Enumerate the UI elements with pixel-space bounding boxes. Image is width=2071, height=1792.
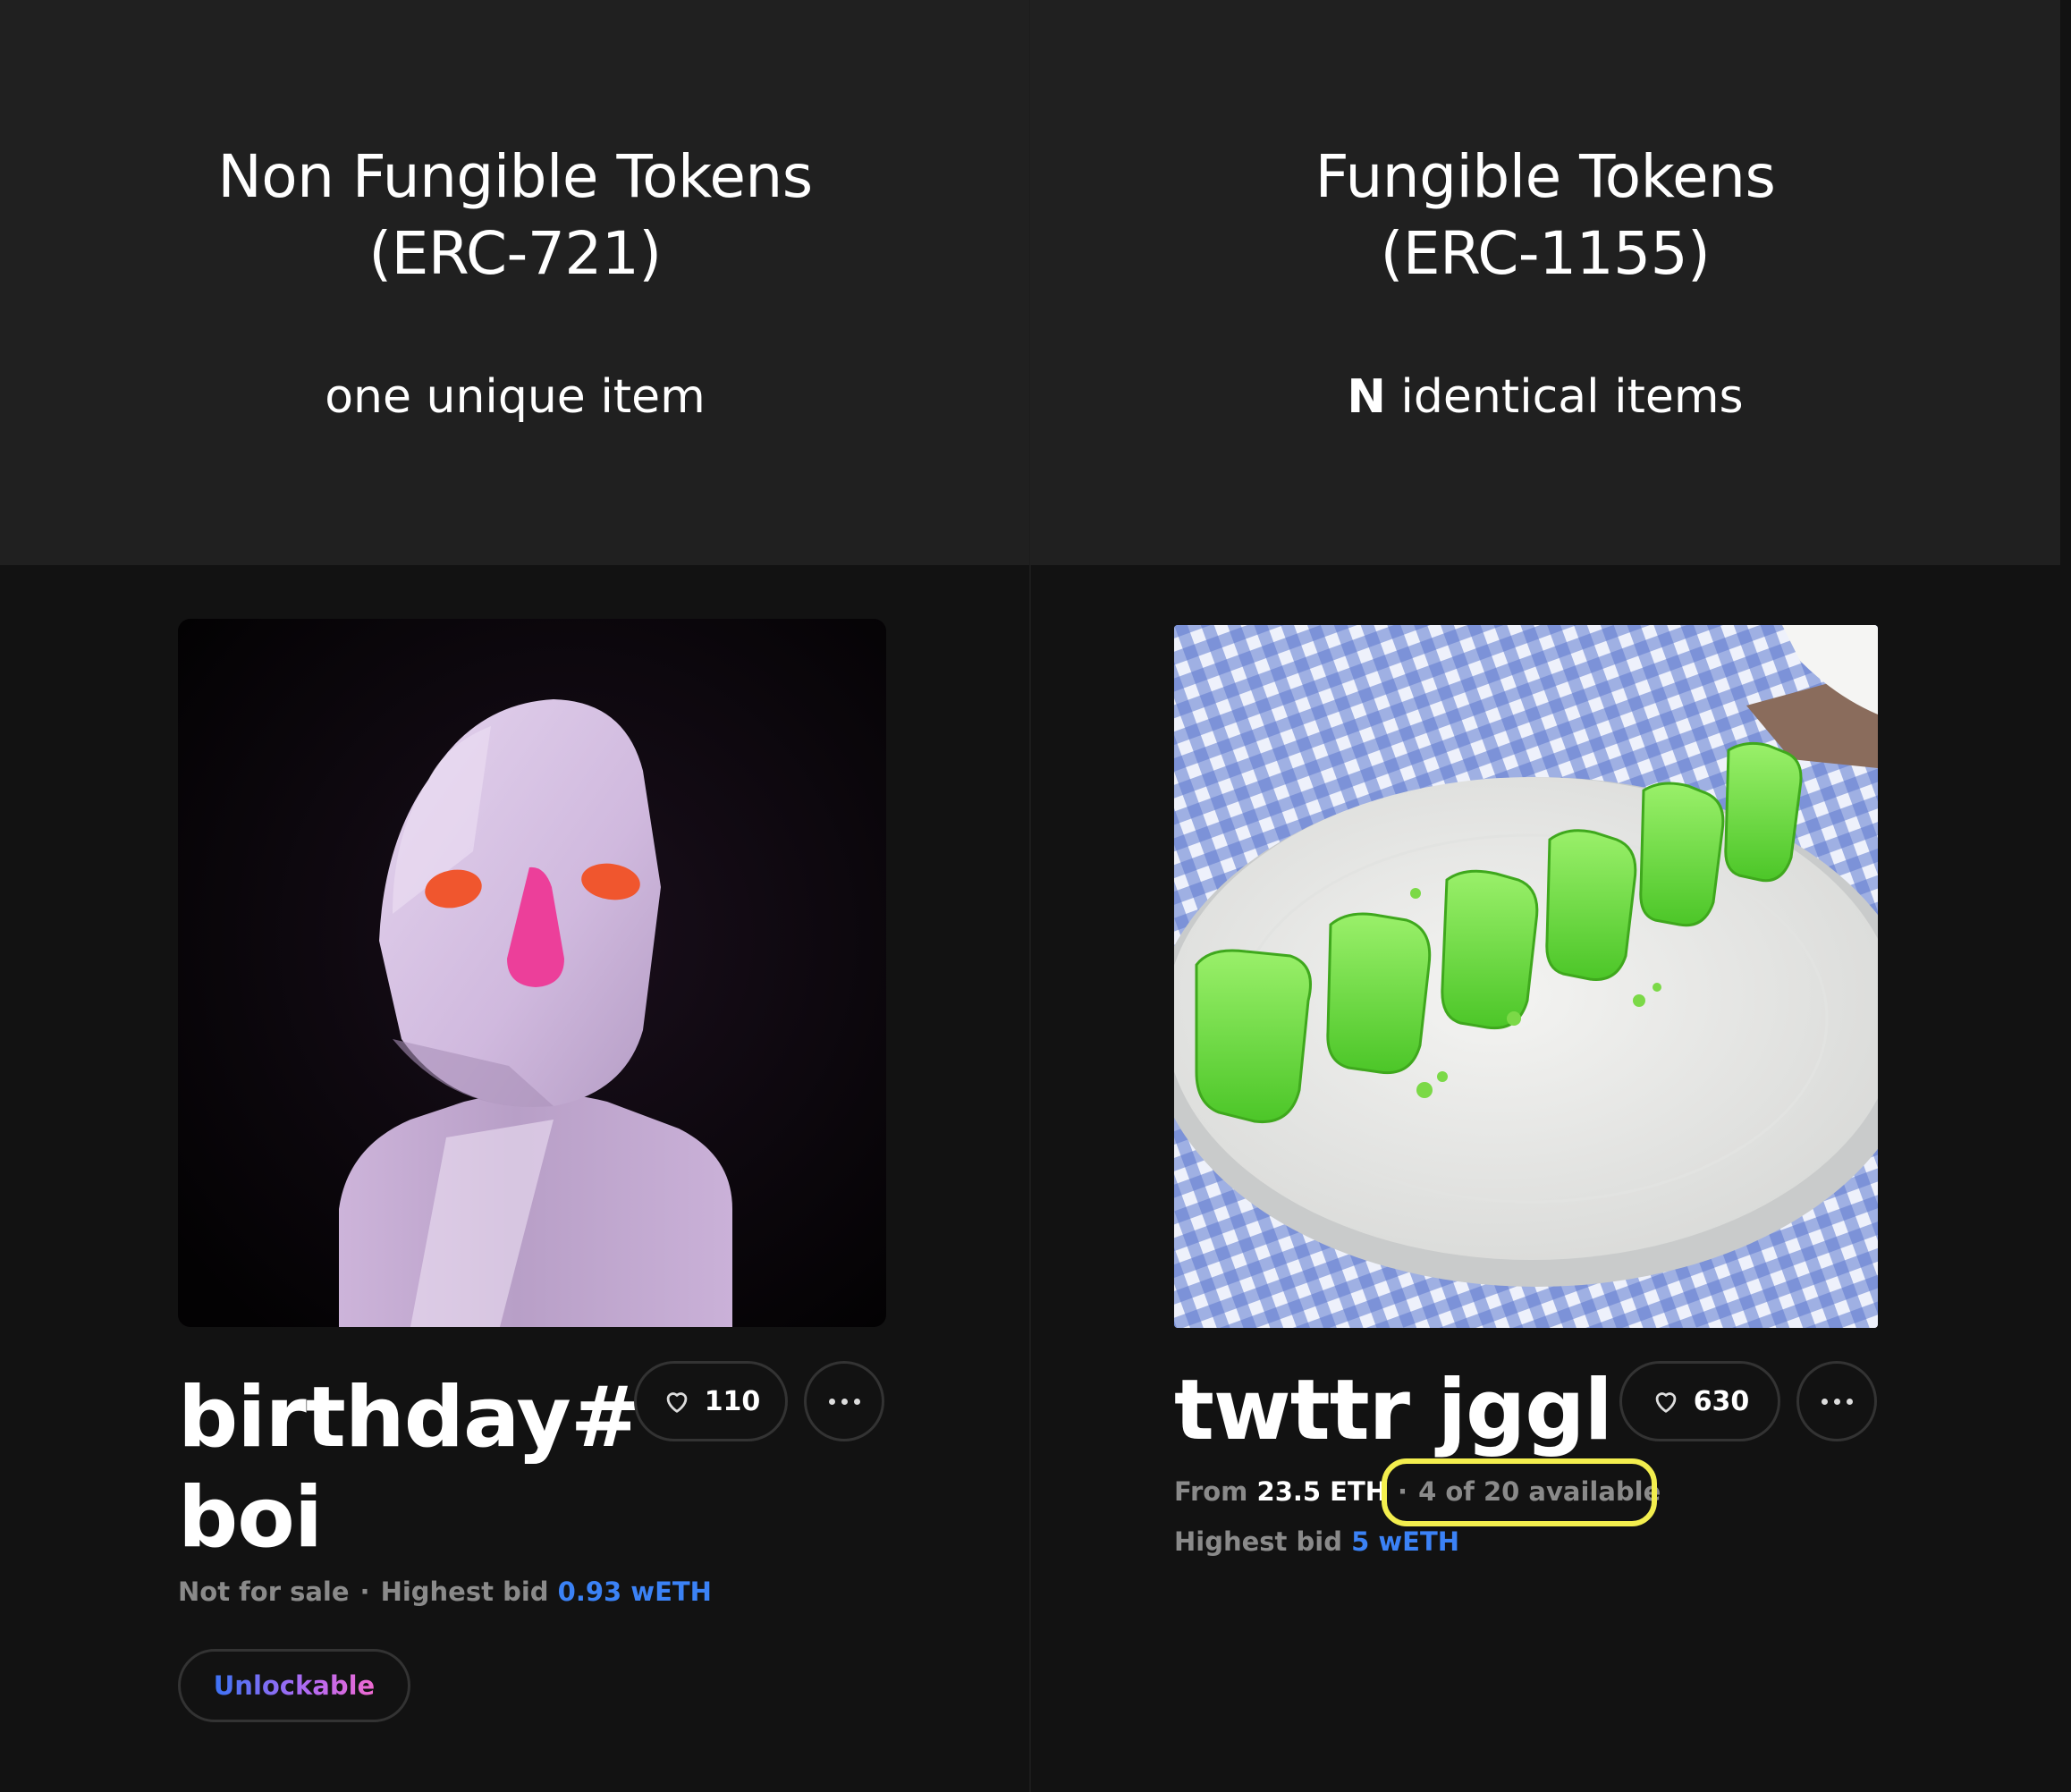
nft-like-button[interactable]: 110 [634, 1361, 788, 1441]
ft-subheading: N identical items [1030, 359, 2060, 435]
nft-subheading: one unique item [325, 370, 706, 424]
ft-subheading-text: identical items [1400, 370, 1744, 424]
ft-header: Fungible Tokens (ERC-1155) N identical i… [1030, 0, 2060, 565]
ft-bid-label: Highest bid [1174, 1526, 1342, 1557]
ft-bid-info: Highest bid 5 wETH [1174, 1524, 1459, 1560]
jelly-plate-illustration [1174, 625, 1878, 1328]
nft-bid-value: 0.93 wETH [557, 1576, 712, 1607]
ft-bid-value: 5 wETH [1351, 1526, 1460, 1557]
ft-heading-line2: (ERC-1155) [1380, 219, 1711, 288]
nft-card-title-line2: boi [178, 1469, 323, 1567]
ft-like-count: 630 [1693, 1385, 1750, 1417]
nft-header: Non Fungible Tokens (ERC-721) one unique… [0, 0, 1030, 565]
more-icon [828, 1398, 835, 1405]
more-icon [1821, 1398, 1828, 1405]
heart-icon [666, 1392, 688, 1413]
nft-heading-line2: (ERC-721) [368, 219, 662, 288]
ft-price-value: 23.5 ETH [1256, 1476, 1388, 1507]
nft-artwork-image[interactable] [178, 619, 886, 1327]
nft-heading-line1: Non Fungible Tokens [217, 142, 813, 211]
nft-card-title[interactable]: birthday# boi [178, 1368, 641, 1568]
unlockable-label: Unlockable [213, 1670, 376, 1701]
ft-subheading-n: N [1347, 370, 1386, 424]
ft-more-button[interactable] [1796, 1361, 1877, 1441]
nft-bid-label: Highest bid [380, 1576, 549, 1607]
unlockable-badge[interactable]: Unlockable [178, 1649, 410, 1722]
heart-icon [1655, 1392, 1677, 1413]
ft-card-title[interactable]: twttr jggl [1174, 1361, 1613, 1461]
nft-sale-info: Not for sale · Highest bid 0.93 wETH [178, 1576, 712, 1607]
ft-like-button[interactable]: 630 [1619, 1361, 1780, 1441]
ft-heading-line1: Fungible Tokens [1314, 142, 1776, 211]
nft-like-count: 110 [704, 1385, 761, 1417]
clay-figure-illustration [178, 619, 886, 1327]
ft-price-label: From [1174, 1476, 1248, 1507]
nft-sale-status: Not for sale [178, 1576, 350, 1607]
ft-artwork-image[interactable] [1174, 625, 1878, 1328]
nft-column: Non Fungible Tokens (ERC-721) one unique… [0, 0, 1030, 1792]
nft-card-title-line1: birthday# [178, 1369, 641, 1467]
nft-more-button[interactable] [804, 1361, 884, 1441]
availability-highlight-ring [1382, 1458, 1657, 1526]
